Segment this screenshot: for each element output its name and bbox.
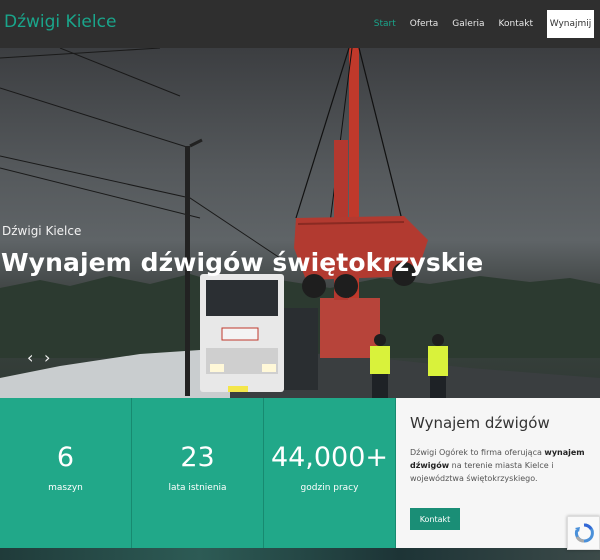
- stat-label: godzin pracy: [300, 483, 359, 493]
- info-title: Wynajem dźwigów: [410, 414, 550, 432]
- nav-links: Start Oferta Galeria Kontakt Wynajmij: [374, 0, 600, 48]
- recaptcha-badge[interactable]: [567, 516, 600, 550]
- hero-kicker: Dźwigi Kielce: [2, 224, 82, 238]
- hero-image: [0, 48, 600, 398]
- info-text: Dźwigi Ogórek to firma oferująca wynajem…: [410, 448, 585, 483]
- next-section-preview: [0, 548, 600, 560]
- contact-button[interactable]: Kontakt: [410, 508, 460, 530]
- stat-label: lata istnienia: [168, 483, 227, 493]
- chevron-right-icon[interactable]: ›: [44, 348, 50, 367]
- brand-logo[interactable]: Dźwigi Kielce: [4, 12, 116, 32]
- nav-link-galeria[interactable]: Galeria: [452, 19, 484, 29]
- recaptcha-icon: [574, 523, 594, 543]
- nav-link-start[interactable]: Start: [374, 19, 396, 29]
- nav-link-oferta[interactable]: Oferta: [410, 19, 439, 29]
- stats-row: 6 maszyn 23 lata istnienia 44,000+ godzi…: [0, 398, 396, 548]
- stat-machines: 6 maszyn: [0, 398, 132, 548]
- chevron-left-icon[interactable]: ‹: [27, 348, 33, 367]
- stat-years: 23 lata istnienia: [132, 398, 264, 548]
- stat-value: 44,000+: [270, 442, 389, 473]
- nav-link-kontakt[interactable]: Kontakt: [499, 19, 533, 29]
- rent-button[interactable]: Wynajmij: [547, 10, 594, 38]
- stat-value: 6: [56, 442, 75, 473]
- stat-label: maszyn: [48, 483, 83, 493]
- hero-slider: Dźwigi Kielce Wynajem dźwigów świętokrzy…: [0, 48, 600, 398]
- stat-hours: 44,000+ godzin pracy: [264, 398, 396, 548]
- navbar: Dźwigi Kielce Start Oferta Galeria Konta…: [0, 0, 600, 48]
- hero-title: Wynajem dźwigów świętokrzyskie: [1, 248, 484, 277]
- stat-value: 23: [180, 442, 215, 473]
